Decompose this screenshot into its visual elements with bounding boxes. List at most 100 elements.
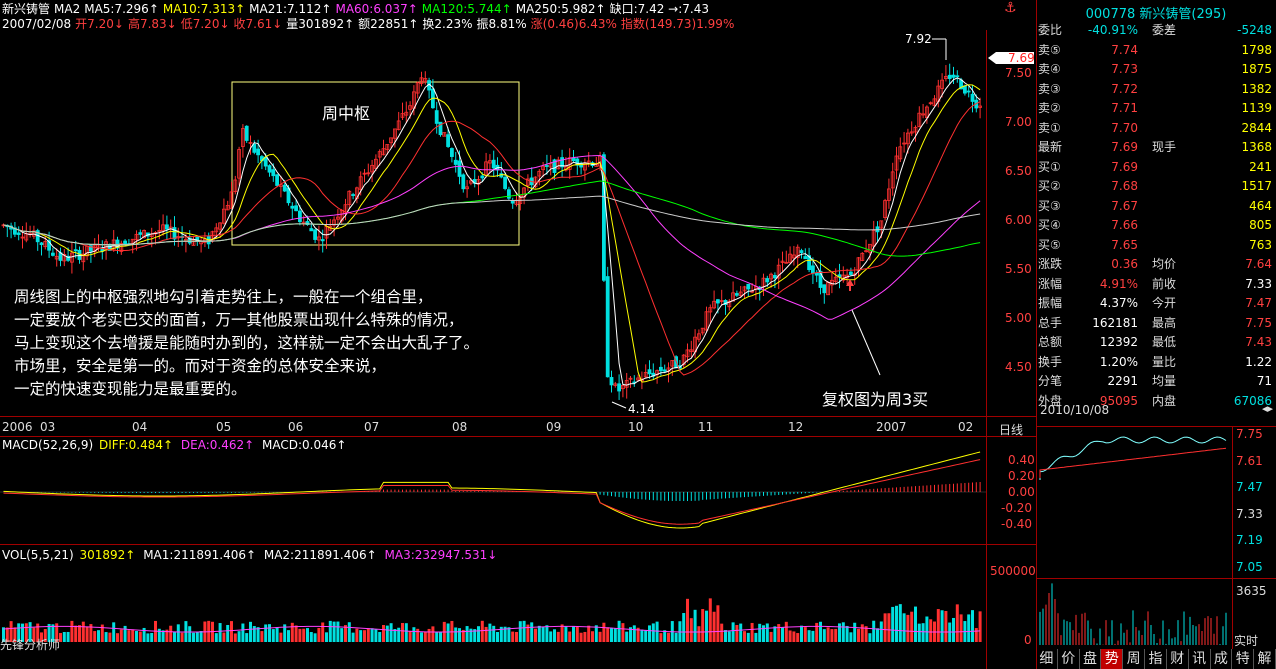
xianshou-label: 现手 — [1152, 140, 1177, 154]
time-axis-label: 10 — [628, 420, 644, 434]
price-axis-label: 5.00 — [1005, 311, 1032, 325]
intraday-axis-label: 7.33 — [1236, 506, 1263, 521]
macd-label: MACD(52,26,9) — [2, 438, 94, 452]
vol-header: VOL(5,5,21) 301892↑ MA1:211891.406↑ MA2:… — [2, 548, 501, 562]
header-ohlc-item: 指数(149.73)1.99% — [620, 17, 735, 31]
footer-label: 先锋分析师 — [0, 638, 61, 652]
sell-row[interactable]: 卖⑤ 7.74 1798 — [1036, 41, 1276, 61]
header-ohlc-item: 收7.61↓ — [233, 17, 283, 31]
stat-label: 总额 — [1038, 335, 1063, 349]
stats-row[interactable]: 总手 162181 最高 7.75 — [1036, 314, 1276, 334]
latest-row[interactable]: 最新 7.69 现手 1368 — [1036, 138, 1276, 158]
time-axis-label: 04 — [132, 420, 148, 434]
macd-axis-label: -0.20 — [1001, 501, 1033, 515]
sell-volume: 1875 — [1241, 62, 1272, 76]
buy-label: 买① — [1038, 159, 1061, 174]
intraday-date: 2010/10/08 — [1040, 403, 1110, 417]
sell-row[interactable]: 卖④ 7.73 1875 — [1036, 60, 1276, 80]
header-ohlc-item: 高7.83↓ — [127, 17, 177, 31]
tab-7[interactable]: 讯 — [1189, 649, 1211, 669]
tab-9[interactable]: 特 — [1232, 649, 1255, 669]
stats-row[interactable]: 换手 1.20% 量比 1.22 — [1036, 353, 1276, 373]
macd-axis-label: 0.20 — [1008, 469, 1035, 483]
sell-volume: 1139 — [1241, 101, 1272, 115]
sell-price: 7.74 — [1111, 42, 1138, 57]
tab-8[interactable]: 成 — [1211, 649, 1233, 669]
buy-price: 7.69 — [1111, 159, 1138, 174]
stats-row[interactable]: 总额 12392 最低 7.43 — [1036, 333, 1276, 353]
stat-label: 振幅 — [1038, 296, 1063, 310]
stat-label: 量比 — [1152, 354, 1177, 369]
commentary-line: 马上变现这个去增援是能随时办到的，这样就一定不会出大乱子了。 — [14, 334, 480, 352]
stat-label: 换手 — [1038, 354, 1063, 369]
sell-row[interactable]: 卖② 7.71 1139 — [1036, 99, 1276, 119]
header-ohlc-item: 额22851↑ — [358, 17, 419, 31]
stat-label: 最高 — [1152, 315, 1177, 330]
stats-row[interactable]: 涨幅 4.91% 前收 7.33 — [1036, 275, 1276, 295]
stat-value: 7.33 — [1245, 276, 1272, 291]
stat-label: 均价 — [1152, 257, 1177, 271]
header-ma-item: MA10:7.313↑ — [162, 2, 246, 16]
header-ma-item: MA120:5.744↑ — [421, 2, 512, 16]
header-ohlc-item: 低7.20↓ — [180, 17, 230, 31]
intraday-axis-label: 7.19 — [1236, 533, 1263, 547]
tab-3[interactable]: 势 — [1101, 649, 1124, 669]
buy-row[interactable]: 买③ 7.67 464 — [1036, 197, 1276, 217]
price-axis-label: 7.00 — [1005, 115, 1032, 129]
macd-axis-label: -0.40 — [1001, 517, 1033, 531]
tab-5[interactable]: 指 — [1145, 649, 1167, 669]
intraday-axis-label: 7.75 — [1236, 427, 1263, 441]
stat-label: 涨跌 — [1038, 257, 1063, 271]
tab-2[interactable]: 盘 — [1080, 649, 1102, 669]
latest-label: 最新 — [1038, 140, 1063, 154]
intraday-scroll-icon[interactable]: ◂▸ — [1262, 402, 1273, 415]
period-label[interactable]: 日线 — [999, 421, 1023, 438]
sell-price: 7.72 — [1111, 81, 1138, 96]
stats-row[interactable]: 振幅 4.37% 今开 7.47 — [1036, 294, 1276, 314]
buy-volume: 241 — [1249, 159, 1272, 174]
price-axis-label: 4.50 — [1005, 360, 1032, 374]
time-axis-label: 2006 — [2, 420, 33, 434]
tab-1[interactable]: 价 — [1058, 649, 1080, 669]
sell-price: 7.70 — [1111, 120, 1138, 135]
buy-arrow-stem — [849, 286, 851, 291]
buy-price: 7.68 — [1111, 179, 1138, 193]
vol-axis-label: 0 — [1024, 633, 1032, 647]
price-axis-label: 6.00 — [1005, 213, 1032, 227]
latest-value: 7.69 — [1111, 140, 1138, 154]
buy-label: 买④ — [1038, 218, 1061, 232]
stat-value: 162181 — [1092, 315, 1138, 330]
header-ohlc-item: 换2.23% — [422, 17, 473, 31]
stat-label: 涨幅 — [1038, 276, 1063, 291]
vol-ma1: MA1:211891.406↑ — [143, 548, 257, 562]
buy-row[interactable]: 买② 7.68 1517 — [1036, 177, 1276, 197]
macd-axis-label: 0.00 — [1008, 485, 1035, 499]
tab-0[interactable]: 细 — [1036, 649, 1058, 669]
sell-row[interactable]: 卖① 7.70 2844 — [1036, 119, 1276, 139]
buy-volume: 1517 — [1241, 179, 1272, 193]
time-axis-label: 03 — [40, 420, 56, 434]
stat-value: 71 — [1256, 374, 1272, 388]
buy-label: 买⑤ — [1038, 237, 1061, 252]
stats-row[interactable]: 涨跌 0.36 均价 7.64 — [1036, 255, 1276, 275]
volume-layer — [2, 598, 982, 642]
macd-header: MACD(52,26,9) DIFF:0.484↑ DEA:0.462↑ MAC… — [2, 438, 350, 452]
current-price-tag: 7.69 — [1008, 51, 1035, 65]
stat-label: 今开 — [1152, 296, 1177, 310]
buy-row[interactable]: 买④ 7.66 805 — [1036, 216, 1276, 236]
intraday-axis-label: 7.47 — [1236, 480, 1263, 494]
buy-row[interactable]: 买① 7.69 241 — [1036, 158, 1276, 178]
anchor-icon[interactable]: ⚓ — [1004, 0, 1017, 16]
buy-row[interactable]: 买⑤ 7.65 763 — [1036, 236, 1276, 256]
tab-4[interactable]: 周 — [1123, 649, 1146, 669]
tab-10[interactable]: 解 — [1254, 649, 1276, 669]
tab-6[interactable]: 财 — [1167, 649, 1189, 669]
macd-axis-label: 0.40 — [1008, 453, 1035, 467]
weibi-row[interactable]: 委比 -40.91% 委差 -5248 — [1036, 21, 1276, 41]
stats-row[interactable]: 分笔 2291 均量 71 — [1036, 372, 1276, 392]
commentary-line: 一定的快速变现能力是最重要的。 — [14, 380, 247, 398]
weibi-value: -40.91% — [1087, 23, 1138, 37]
sell-row[interactable]: 卖③ 7.72 1382 — [1036, 80, 1276, 100]
time-axis-label: 06 — [288, 420, 304, 434]
sell-label: 卖⑤ — [1038, 42, 1061, 57]
